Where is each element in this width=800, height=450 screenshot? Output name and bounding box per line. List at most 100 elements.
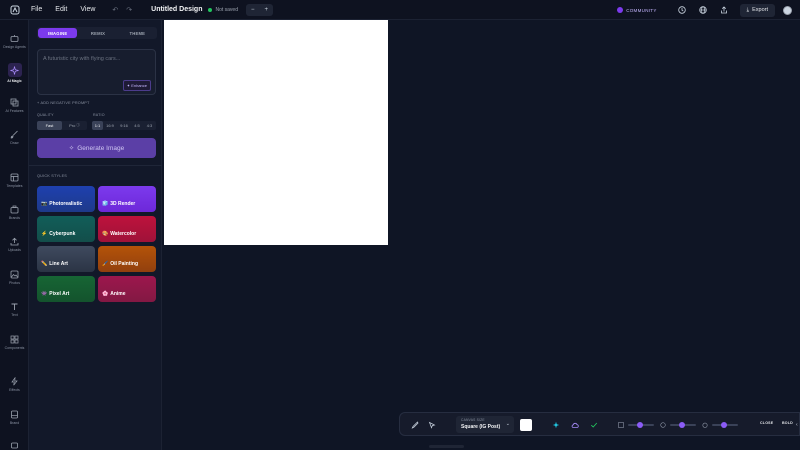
community-link[interactable]: COMMUNITY — [617, 7, 656, 13]
check-icon[interactable] — [590, 413, 598, 437]
tab-theme[interactable]: THEME — [118, 27, 157, 39]
canvas-size-value: Square (IG Post) — [461, 424, 501, 430]
style-pixel-art[interactable]: 👾 Pixel Art — [37, 276, 95, 302]
rail-label: Brands — [8, 216, 21, 220]
style-line-art[interactable]: ✏️ Line Art — [37, 246, 95, 272]
rail-item-text[interactable]: Text — [0, 301, 29, 317]
enhance-button[interactable]: ✦ Enhance — [122, 80, 151, 91]
generate-image-button[interactable]: ✧ Generate Image — [37, 138, 156, 158]
rail-item-ai-features[interactable]: AI Features — [0, 97, 29, 113]
rail-label: AI Features — [5, 109, 24, 113]
redo-icon[interactable]: ↷ — [126, 6, 132, 14]
add-negative-prompt-button[interactable]: + ADD NEGATIVE PROMPT — [37, 101, 90, 105]
avatar[interactable] — [783, 5, 792, 15]
ratio-16-9[interactable]: 16:9 — [103, 121, 117, 130]
share-icon[interactable] — [719, 5, 729, 15]
style-photorealistic[interactable]: 📷 Photorealistic — [37, 186, 95, 212]
close-button[interactable]: CLOSE — [760, 421, 773, 425]
rail-item-photos[interactable]: Photos — [0, 269, 29, 285]
style-anime[interactable]: 🌸 Anime — [98, 276, 156, 302]
document-title[interactable]: Untitled Design — [151, 6, 202, 13]
canvas-size-select[interactable]: CANVAS SIZE Square (IG Post) ⌄ — [456, 416, 514, 433]
opacity-slider[interactable] — [628, 422, 654, 428]
style-3d-render[interactable]: 🧊 3D Render — [98, 186, 156, 212]
paintbrush-icon: 🖌️ — [102, 261, 109, 267]
undo-icon[interactable]: ↶ — [112, 6, 118, 14]
menu-edit[interactable]: Edit — [55, 6, 67, 13]
style-oil-painting[interactable]: 🖌️ Oil Painting — [98, 246, 156, 272]
menu-view[interactable]: View — [80, 6, 95, 13]
cloud-icon[interactable] — [571, 413, 579, 437]
design-canvas[interactable] — [164, 20, 388, 245]
magic-sparkle-icon[interactable] — [552, 413, 560, 437]
rail-item-components[interactable]: Components — [0, 334, 29, 350]
speed-slider[interactable] — [712, 422, 738, 428]
brightness-slider[interactable] — [670, 422, 696, 428]
prompt-placeholder: A futuristic city with flying cars... — [43, 56, 121, 62]
style-label: Oil Painting — [110, 261, 139, 267]
rail-label: Brand — [9, 421, 20, 425]
rail-item-ai-magic[interactable]: AI Magic — [0, 63, 29, 83]
ratio-4-3[interactable]: 4:3 — [143, 121, 156, 130]
timer-icon — [702, 413, 708, 437]
style-cyberpunk[interactable]: ⚡ Cyberpunk — [37, 216, 95, 242]
rail-label: Text — [11, 313, 18, 317]
select-tool-icon[interactable] — [428, 413, 436, 437]
community-icon — [617, 7, 624, 13]
zoom-in-button[interactable]: + — [260, 7, 274, 13]
rail-item-more[interactable] — [0, 440, 29, 450]
community-label: COMMUNITY — [626, 7, 657, 13]
ai-magic-panel: IMAGINE REMIX THEME A futuristic city wi… — [29, 20, 162, 450]
sparkle-icon — [7, 63, 22, 77]
rail-item-uploads[interactable]: Uploads — [0, 236, 29, 252]
rail-item-draw[interactable]: Draw — [0, 129, 29, 145]
menu-file[interactable]: File — [31, 6, 42, 13]
main-menu: File Edit View — [31, 6, 95, 13]
background-color-swatch[interactable] — [520, 419, 532, 431]
bold-button[interactable]: BOLD — [782, 421, 793, 425]
negative-prompt-label: ADD NEGATIVE PROMPT — [40, 101, 90, 105]
scroll-indicator — [429, 445, 464, 448]
slider-knob[interactable] — [721, 422, 727, 428]
image-icon — [10, 269, 20, 279]
text-icon — [10, 301, 20, 311]
grid-icon — [10, 334, 20, 344]
quality-label: QUALITY — [37, 113, 54, 117]
rail-item-templates[interactable]: Templates — [0, 172, 29, 188]
tab-imagine[interactable]: IMAGINE — [38, 28, 78, 38]
enhance-label: Enhance — [131, 83, 147, 88]
help-icon[interactable] — [677, 5, 687, 15]
ratio-label: RATIO — [93, 113, 105, 117]
rail-item-brand[interactable]: Brand — [0, 409, 29, 425]
bolt-icon — [10, 376, 20, 386]
export-button[interactable]: ⤓ Export — [739, 3, 775, 17]
ratio-9-16[interactable]: 9:16 — [117, 121, 131, 130]
logo-icon[interactable] — [8, 3, 22, 17]
rail-item-brands[interactable]: Brands — [0, 204, 29, 220]
rail-item-design-agents[interactable]: Design Agents — [0, 33, 29, 49]
quality-fast[interactable]: Fast — [37, 121, 62, 130]
prompt-input[interactable]: A futuristic city with flying cars... ✦ … — [37, 49, 156, 95]
globe-icon[interactable] — [698, 5, 708, 15]
rail-item-effects[interactable]: Effects — [0, 376, 29, 392]
rail-label: Templates — [6, 184, 23, 188]
style-label: Line Art — [49, 261, 68, 267]
ratio-selector: 1:1 16:9 9:16 4:5 4:3 — [92, 121, 156, 130]
top-bar: File Edit View ↶ ↷ Untitled Design Not s… — [0, 0, 800, 20]
ratio-1-1[interactable]: 1:1 — [92, 121, 103, 130]
ratio-4-5[interactable]: 4:5 — [131, 121, 143, 130]
pen-tool-icon[interactable] — [411, 413, 419, 437]
tab-remix[interactable]: REMIX — [78, 27, 117, 39]
quality-pro[interactable]: Pro ⓘ — [62, 121, 87, 130]
tool-rail: Design Agents AI Magic AI Features Draw … — [0, 20, 29, 450]
status-dot-icon — [208, 7, 213, 12]
slider-knob[interactable] — [679, 422, 685, 428]
slider-knob[interactable] — [637, 422, 643, 428]
brightness-icon — [660, 413, 666, 437]
rail-label: Components — [4, 346, 25, 350]
style-label: Photorealistic — [49, 201, 83, 207]
style-watercolor[interactable]: 🎨 Watercolor — [98, 216, 156, 242]
history-controls: ↶ ↷ — [112, 6, 132, 14]
overflow-icon[interactable]: ‹ — [796, 413, 798, 437]
zoom-out-button[interactable]: − — [246, 7, 260, 13]
